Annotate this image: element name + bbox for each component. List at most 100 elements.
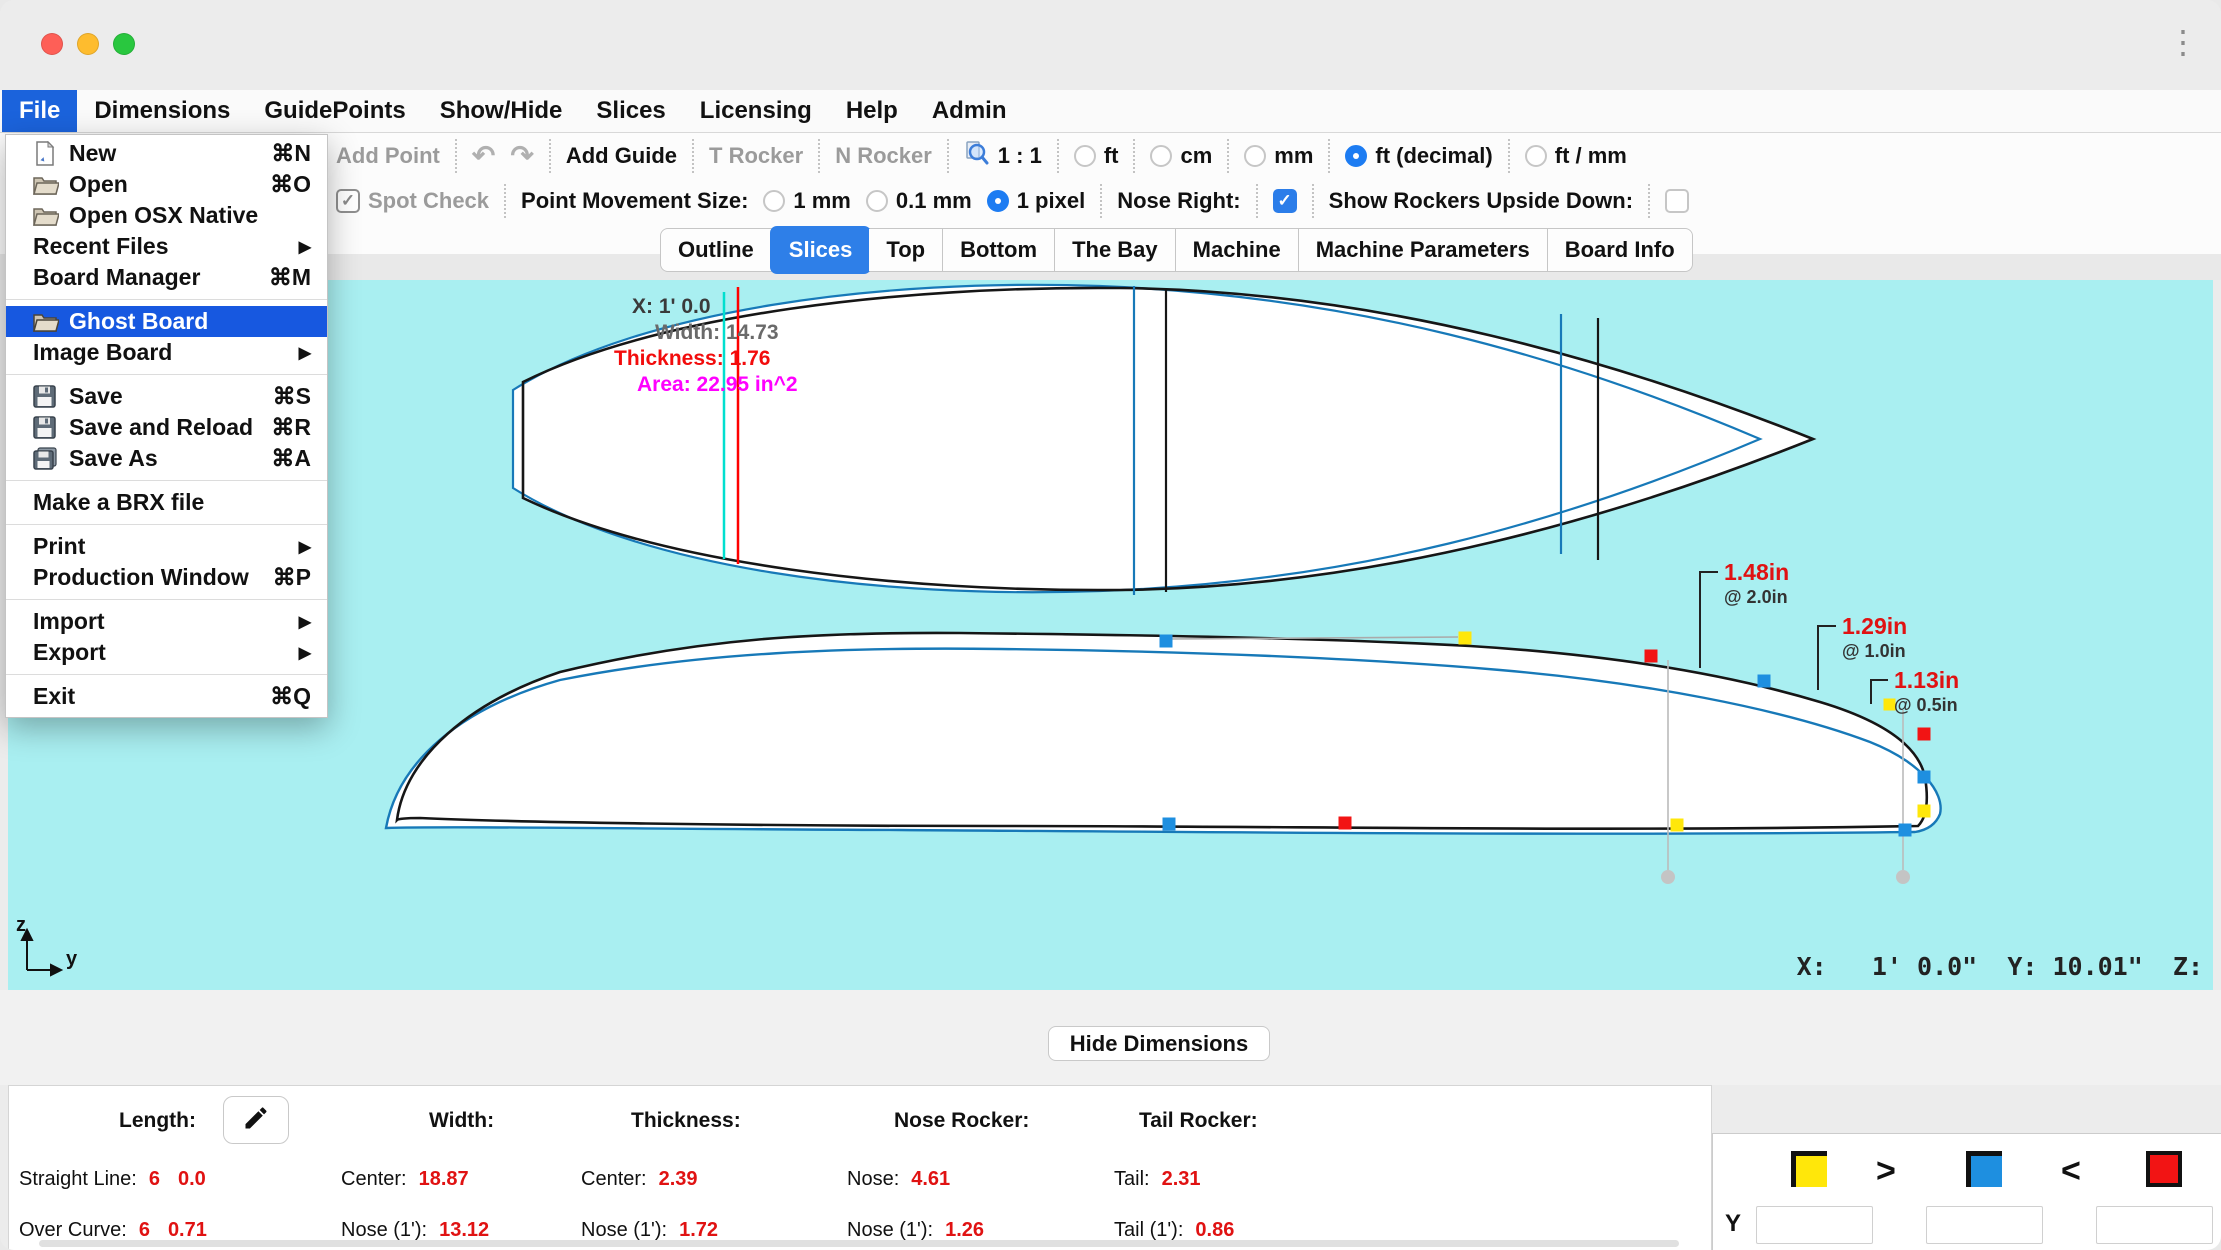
thickness-center-row: Center:2.39	[581, 1168, 698, 1191]
yellow-point-swatch[interactable]	[1791, 1151, 1827, 1187]
open-folder-icon	[33, 174, 69, 196]
control-point[interactable]	[1163, 818, 1176, 831]
menu-show-hide[interactable]: Show/Hide	[423, 90, 580, 132]
next-point-arrow[interactable]: >	[1876, 1152, 1896, 1191]
submenu-arrow-icon: ▶	[299, 643, 311, 663]
control-point[interactable]	[1645, 650, 1658, 663]
hide-dimensions-button[interactable]: Hide Dimensions	[1048, 1026, 1270, 1061]
redo-icon[interactable]: ↷	[510, 141, 533, 171]
tab-the-bay[interactable]: The Bay	[1055, 229, 1176, 271]
t-rocker-button[interactable]: T Rocker	[709, 143, 803, 169]
menu-item-save[interactable]: Save ⌘S	[6, 381, 327, 412]
menu-item-ghost-board[interactable]: Ghost Board	[6, 306, 327, 337]
tab-outline[interactable]: Outline	[661, 229, 772, 271]
menu-slices[interactable]: Slices	[579, 90, 682, 132]
design-canvas[interactable]: X: 1' 0.0 Width: 14.73 Thickness: 1.76 A…	[8, 280, 2213, 990]
n-rocker-button[interactable]: N Rocker	[835, 143, 932, 169]
horizontal-scrollbar[interactable]	[39, 1240, 1679, 1247]
menu-bar: File Dimensions GuidePoints Show/Hide Sl…	[0, 90, 2221, 133]
menu-file[interactable]: File	[2, 90, 77, 132]
control-point[interactable]	[1918, 728, 1931, 741]
previous-point-arrow[interactable]: <	[2061, 1152, 2081, 1191]
menu-item-make-brx-file[interactable]: Make a BRX file	[6, 487, 327, 518]
menu-item-export[interactable]: Export ▶	[6, 637, 327, 668]
floppy-disk-copy-icon	[33, 447, 69, 470]
menu-item-save-as[interactable]: Save As ⌘A	[6, 443, 327, 474]
title-bar: ⋮	[0, 0, 2221, 90]
menu-item-exit[interactable]: Exit ⌘Q	[6, 681, 327, 712]
menu-dimensions[interactable]: Dimensions	[77, 90, 247, 132]
menu-licensing[interactable]: Licensing	[683, 90, 829, 132]
unit-mm-radio[interactable]: mm	[1244, 143, 1313, 169]
control-point[interactable]	[1671, 819, 1684, 832]
magnifier-icon	[964, 140, 990, 171]
control-point[interactable]	[1339, 817, 1352, 830]
menu-item-import[interactable]: Import ▶	[6, 606, 327, 637]
spot-check-checkbox[interactable]: ✓Spot Check	[336, 188, 489, 214]
zoom-one-to-one-button[interactable]: 1 : 1	[964, 140, 1042, 171]
control-point[interactable]	[1160, 635, 1173, 648]
file-menu-dropdown: New ⌘N Open ⌘O Open OSX Native Recent Fi…	[5, 134, 328, 718]
tab-slices[interactable]: Slices	[771, 227, 871, 273]
maximize-window-button[interactable]	[113, 33, 135, 55]
menu-item-board-manager[interactable]: Board Manager ⌘M	[6, 262, 327, 293]
unit-ft-mm-radio[interactable]: ft / mm	[1525, 143, 1627, 169]
slice-width-readout: Width: 14.73	[655, 321, 779, 345]
undo-icon[interactable]: ↶	[472, 141, 495, 171]
thickness-callout-05in: 1.13in@ 0.5in	[1894, 667, 1959, 716]
add-guide-button[interactable]: Add Guide	[566, 143, 677, 169]
tab-top[interactable]: Top	[869, 229, 943, 271]
menu-item-save-and-reload[interactable]: Save and Reload ⌘R	[6, 412, 327, 443]
menu-item-image-board[interactable]: Image Board ▶	[6, 337, 327, 368]
control-point[interactable]	[1459, 632, 1472, 645]
thickness-callout-1in: 1.29in@ 1.0in	[1842, 613, 1907, 662]
menu-item-production-window[interactable]: Production Window ⌘P	[6, 562, 327, 593]
menu-guidepoints[interactable]: GuidePoints	[247, 90, 422, 132]
nose-rocker-row: Nose:4.61	[847, 1168, 950, 1191]
add-point-button[interactable]: Add Point	[336, 143, 440, 169]
dimensions-panel: Length: Width: Thickness: Nose Rocker: T…	[8, 1085, 1712, 1250]
overflow-menu-icon[interactable]: ⋮	[2167, 22, 2199, 62]
close-window-button[interactable]	[41, 33, 63, 55]
menu-admin[interactable]: Admin	[915, 90, 1024, 132]
axis-y-label: y	[66, 948, 77, 971]
red-point-swatch[interactable]	[2146, 1151, 2182, 1187]
menu-item-recent-files[interactable]: Recent Files ▶	[6, 231, 327, 262]
unit-ft-decimal-radio[interactable]: ft (decimal)	[1345, 143, 1492, 169]
control-point[interactable]	[1918, 771, 1931, 784]
y-input-1[interactable]	[1756, 1206, 1873, 1244]
unit-ft-radio[interactable]: ft	[1074, 143, 1119, 169]
slice-area-readout: Area: 22.95 in^2	[637, 373, 798, 397]
spot-check-icon: ✓	[336, 189, 360, 213]
menu-item-open[interactable]: Open ⌘O	[6, 169, 327, 200]
show-rockers-checkbox[interactable]	[1665, 189, 1689, 213]
nose-right-label: Nose Right:	[1117, 188, 1240, 214]
blue-point-swatch[interactable]	[1966, 1151, 2002, 1187]
menu-help[interactable]: Help	[829, 90, 915, 132]
slice-point-controls: > < Y	[1712, 1133, 2221, 1250]
y-input-2[interactable]	[1926, 1206, 2043, 1244]
tab-machine-parameters[interactable]: Machine Parameters	[1299, 229, 1548, 271]
floppy-disk-icon	[33, 416, 69, 439]
show-rockers-label: Show Rockers Upside Down:	[1329, 188, 1633, 214]
tab-machine[interactable]: Machine	[1176, 229, 1299, 271]
size-1pixel-radio[interactable]: 1 pixel	[987, 188, 1085, 214]
size-1mm-radio[interactable]: 1 mm	[763, 188, 850, 214]
thickness-header: Thickness:	[631, 1109, 741, 1133]
y-input-3[interactable]	[2096, 1206, 2213, 1244]
control-point[interactable]	[1918, 805, 1931, 818]
minimize-window-button[interactable]	[77, 33, 99, 55]
menu-item-open-osx-native[interactable]: Open OSX Native	[6, 200, 327, 231]
edit-length-button[interactable]	[223, 1096, 289, 1144]
menu-item-new[interactable]: New ⌘N	[6, 138, 327, 169]
open-folder-icon	[33, 311, 69, 333]
pencil-icon	[242, 1104, 270, 1137]
control-point[interactable]	[1758, 675, 1771, 688]
control-point[interactable]	[1899, 824, 1912, 837]
unit-cm-radio[interactable]: cm	[1150, 143, 1212, 169]
tab-board-info[interactable]: Board Info	[1548, 229, 1692, 271]
size-01mm-radio[interactable]: 0.1 mm	[866, 188, 972, 214]
menu-item-print[interactable]: Print ▶	[6, 531, 327, 562]
nose-right-checkbox[interactable]: ✓	[1273, 189, 1297, 213]
tab-bottom[interactable]: Bottom	[943, 229, 1055, 271]
